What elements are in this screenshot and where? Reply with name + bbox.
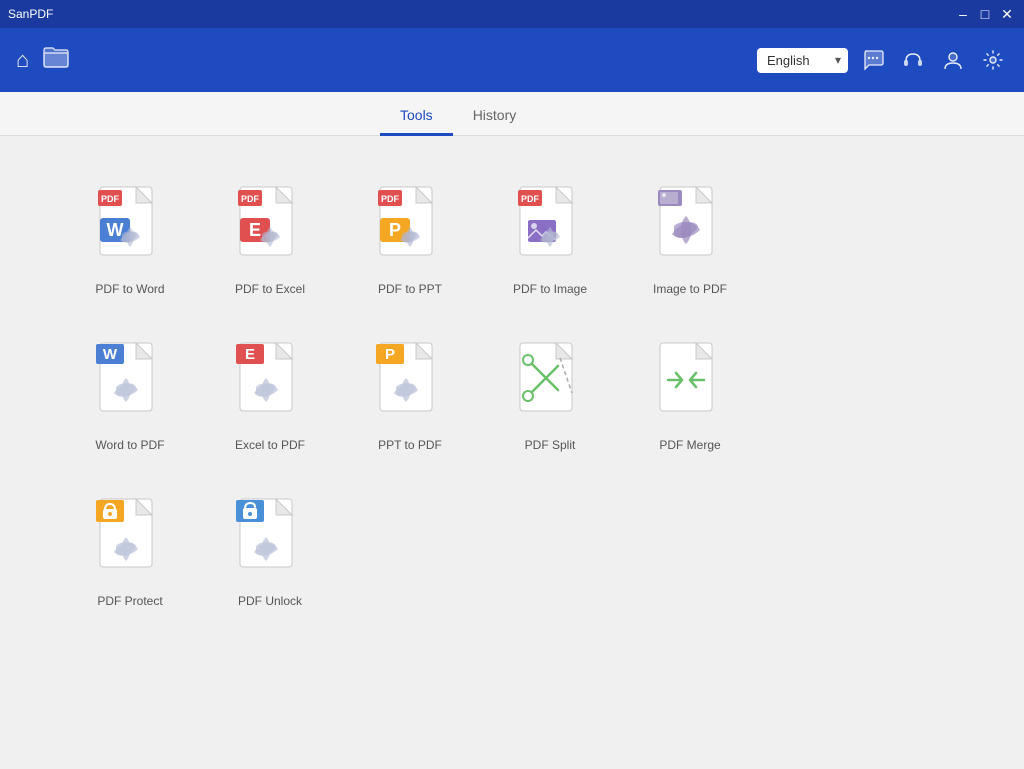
main-content: PDF W PDF to Word — [0, 136, 1024, 769]
svg-text:PDF: PDF — [381, 194, 400, 204]
toolbar-left: ⌂ — [16, 46, 757, 74]
home-icon[interactable]: ⌂ — [16, 47, 29, 73]
excel-to-pdf-label: Excel to PDF — [235, 438, 305, 452]
tabs-bar: Tools History — [0, 92, 1024, 136]
pdf-unlock-item[interactable]: PDF Unlock — [200, 478, 340, 624]
close-button[interactable]: ✕ — [998, 5, 1016, 23]
maximize-button[interactable]: □ — [976, 5, 994, 23]
pdf-merge-icon — [650, 338, 730, 428]
tool-row-1: W Word to PDF E — [60, 322, 964, 468]
pdf-to-ppt-label: PDF to PPT — [378, 282, 442, 296]
pdf-merge-label: PDF Merge — [659, 438, 720, 452]
svg-text:PDF: PDF — [241, 194, 260, 204]
pdf-to-image-label: PDF to Image — [513, 282, 587, 296]
excel-to-pdf-item[interactable]: E Excel to PDF — [200, 322, 340, 468]
svg-text:P: P — [385, 346, 395, 363]
svg-text:E: E — [245, 346, 255, 363]
excel-to-pdf-icon: E — [230, 338, 310, 428]
pdf-merge-item[interactable]: PDF Merge — [620, 322, 760, 468]
pdf-protect-label: PDF Protect — [97, 594, 162, 608]
folder-icon[interactable] — [43, 46, 69, 74]
tab-tools[interactable]: Tools — [380, 97, 453, 136]
pdf-to-word-item[interactable]: PDF W PDF to Word — [60, 166, 200, 312]
tool-row-0: PDF W PDF to Word — [60, 166, 964, 312]
pdf-to-image-item[interactable]: PDF PDF to Image — [480, 166, 620, 312]
user-icon-button[interactable] — [938, 45, 968, 75]
pdf-to-image-icon: PDF — [510, 182, 590, 272]
pdf-to-word-label: PDF to Word — [95, 282, 164, 296]
pdf-to-ppt-item[interactable]: PDF P PDF to PPT — [340, 166, 480, 312]
word-to-pdf-item[interactable]: W Word to PDF — [60, 322, 200, 468]
image-to-pdf-label: Image to PDF — [653, 282, 727, 296]
pdf-to-excel-icon: PDF E — [230, 182, 310, 272]
pdf-split-label: PDF Split — [525, 438, 576, 452]
ppt-to-pdf-item[interactable]: P PPT to PDF — [340, 322, 480, 468]
ppt-to-pdf-label: PPT to PDF — [378, 438, 442, 452]
svg-text:E: E — [249, 220, 261, 240]
ppt-to-pdf-icon: P — [370, 338, 450, 428]
pdf-to-excel-item[interactable]: PDF E PDF to Excel — [200, 166, 340, 312]
tool-row-2: PDF Protect — [60, 478, 964, 624]
tab-history[interactable]: History — [453, 97, 537, 136]
titlebar: SanPDF – □ ✕ — [0, 0, 1024, 28]
pdf-split-icon — [510, 338, 590, 428]
pdf-to-word-icon: PDF W — [90, 182, 170, 272]
pdf-to-ppt-icon: PDF P — [370, 182, 450, 272]
word-to-pdf-icon: W — [90, 338, 170, 428]
pdf-unlock-label: PDF Unlock — [238, 594, 302, 608]
app-title: SanPDF — [8, 7, 954, 21]
toolbar-right: English Chinese Japanese Korean German F… — [757, 45, 1008, 75]
svg-text:W: W — [107, 220, 124, 240]
chat-icon-button[interactable] — [858, 45, 888, 75]
word-to-pdf-label: Word to PDF — [95, 438, 164, 452]
pdf-to-excel-label: PDF to Excel — [235, 282, 305, 296]
image-to-pdf-item[interactable]: Image to PDF — [620, 166, 760, 312]
svg-text:W: W — [103, 346, 118, 363]
language-dropdown[interactable]: English Chinese Japanese Korean German F… — [757, 48, 848, 73]
language-selector-wrapper[interactable]: English Chinese Japanese Korean German F… — [757, 48, 848, 73]
pdf-protect-item[interactable]: PDF Protect — [60, 478, 200, 624]
headset-icon-button[interactable] — [898, 45, 928, 75]
pdf-protect-icon — [90, 494, 170, 584]
svg-text:PDF: PDF — [521, 194, 540, 204]
pdf-unlock-icon — [230, 494, 310, 584]
image-to-pdf-icon — [650, 182, 730, 272]
pdf-split-item[interactable]: PDF Split — [480, 322, 620, 468]
svg-text:P: P — [389, 220, 401, 240]
toolbar: ⌂ English Chinese Japanese Korean German… — [0, 28, 1024, 92]
minimize-button[interactable]: – — [954, 5, 972, 23]
settings-icon-button[interactable] — [978, 45, 1008, 75]
svg-text:PDF: PDF — [101, 194, 120, 204]
window-controls: – □ ✕ — [954, 5, 1016, 23]
